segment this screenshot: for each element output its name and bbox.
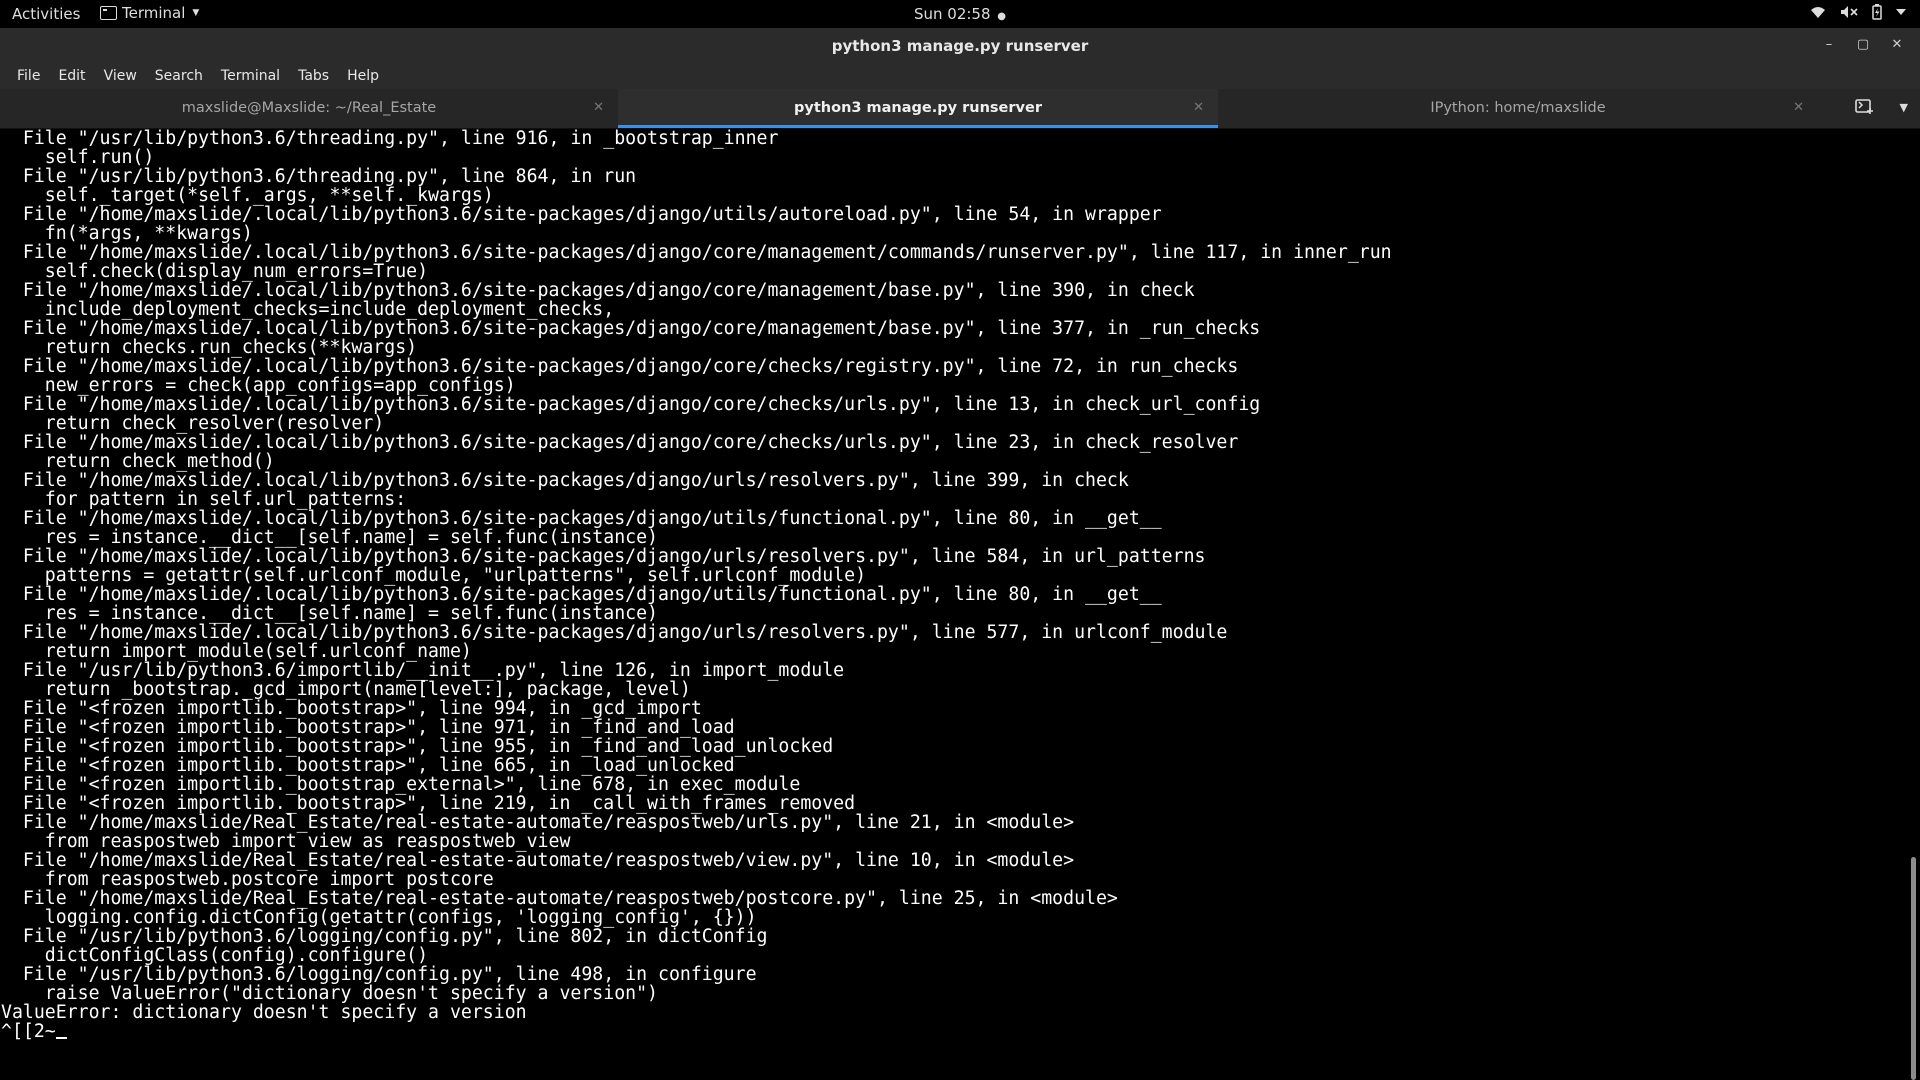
terminal-line: self.run() [1, 147, 155, 168]
terminal-line: File "/home/maxslide/.local/lib/python3.… [1, 584, 1162, 605]
tab-real-estate[interactable]: maxslide@Maxslide: ~/Real_Estate ✕ [0, 89, 618, 128]
terminal-line: File "/home/maxslide/.local/lib/python3.… [1, 318, 1261, 339]
terminal-line: File "<frozen importlib._bootstrap>", li… [1, 793, 856, 814]
maximize-button[interactable]: ▢ [1846, 34, 1880, 56]
tab-label: IPython: home/maxslide [1430, 100, 1606, 116]
terminal-line: File "/usr/lib/python3.6/logging/config.… [1, 926, 768, 947]
terminal-line: File "<frozen importlib._bootstrap>", li… [1, 717, 735, 738]
activities-button[interactable]: Activities [12, 5, 80, 23]
clock-button[interactable]: Sun 02:58 ● [914, 5, 1006, 23]
terminal-line: File "/home/maxslide/.local/lib/python3.… [1, 546, 1206, 567]
prompt-input: ^[[2~ [1, 1021, 56, 1042]
menu-bar: File Edit View Search Terminal Tabs Help [0, 63, 1920, 89]
terminal-line: self._target(*self._args, **self._kwargs… [1, 185, 494, 206]
active-tab-indicator [618, 125, 1218, 128]
terminal-line: File "/home/maxslide/.local/lib/python3.… [1, 204, 1162, 225]
minimize-button[interactable]: – [1812, 34, 1846, 56]
close-tab-icon[interactable]: ✕ [1793, 89, 1804, 127]
terminal-line: File "/home/maxslide/.local/lib/python3.… [1, 508, 1162, 529]
menu-help[interactable]: Help [338, 68, 388, 84]
caret-down-icon: ▼ [192, 8, 200, 18]
terminal-line: from reaspostweb import view as reaspost… [1, 831, 571, 852]
terminal-line: patterns = getattr(self.urlconf_module, … [1, 565, 867, 586]
terminal-line: File "/usr/lib/python3.6/threading.py", … [1, 166, 637, 187]
terminal-line: File "/home/maxslide/Real_Estate/real-es… [1, 812, 1075, 833]
terminal-line: return check_resolver(resolver) [1, 413, 385, 434]
tab-label: python3 manage.py runserver [794, 100, 1042, 116]
terminal-line: File "/usr/lib/python3.6/logging/config.… [1, 964, 757, 985]
terminal-prompt[interactable]: ^[[2~ [0, 1022, 1906, 1041]
menu-terminal[interactable]: Terminal [212, 68, 289, 84]
terminal-text: File "/usr/lib/python3.6/threading.py", … [0, 129, 1906, 1022]
menu-edit[interactable]: Edit [49, 68, 94, 84]
tab-list-dropdown-icon[interactable]: ▼ [1900, 101, 1908, 114]
terminal-line: include_deployment_checks=include_deploy… [1, 299, 615, 320]
system-tray[interactable] [1810, 4, 1906, 20]
tab-runserver[interactable]: python3 manage.py runserver ✕ [618, 89, 1218, 128]
terminal-line: File "/home/maxslide/Real_Estate/real-es… [1, 850, 1075, 871]
terminal-line: fn(*args, **kwargs) [1, 223, 253, 244]
terminal-line: self.check(display_num_errors=True) [1, 261, 429, 282]
terminal-line: return check_method() [1, 451, 275, 472]
wifi-icon [1811, 7, 1825, 18]
close-button[interactable]: ✕ [1880, 34, 1914, 56]
app-menu-label: Terminal [122, 4, 186, 22]
scrollbar-thumb[interactable] [1911, 857, 1916, 1080]
menu-file[interactable]: File [8, 68, 49, 84]
battery-icon [1872, 4, 1882, 20]
terminal-line: ValueError: dictionary doesn't specify a… [1, 1002, 527, 1023]
terminal-line: return import_module(self.urlconf_name) [1, 641, 472, 662]
tab-bar: maxslide@Maxslide: ~/Real_Estate ✕ pytho… [0, 89, 1920, 129]
tab-ipython[interactable]: IPython: home/maxslide ✕ [1218, 89, 1818, 128]
terminal-line: raise ValueError("dictionary doesn't spe… [1, 983, 658, 1004]
terminal-scrollbar[interactable] [1906, 129, 1920, 1080]
menu-search[interactable]: Search [146, 68, 212, 84]
terminal-line: dictConfigClass(config).configure() [1, 945, 429, 966]
terminal-output[interactable]: File "/usr/lib/python3.6/threading.py", … [0, 129, 1906, 1080]
window-title: python3 manage.py runserver [831, 37, 1089, 55]
terminal-line: File "<frozen importlib._bootstrap>", li… [1, 736, 834, 757]
terminal-line: for pattern in self.url_patterns: [1, 489, 407, 510]
clock: Sun 02:58 ● [0, 5, 1920, 23]
terminal-line: File "<frozen importlib._bootstrap>", li… [1, 755, 735, 776]
menu-view[interactable]: View [95, 68, 146, 84]
terminal-icon [100, 6, 117, 20]
terminal-line: res = instance.__dict__[self.name] = sel… [1, 603, 658, 624]
terminal-line: File "/home/maxslide/.local/lib/python3.… [1, 280, 1195, 301]
terminal-line: File "/home/maxslide/Real_Estate/real-es… [1, 888, 1118, 909]
close-tab-icon[interactable]: ✕ [1193, 89, 1204, 127]
window-controls: – ▢ ✕ [1812, 34, 1914, 56]
tab-label: maxslide@Maxslide: ~/Real_Estate [181, 100, 437, 116]
terminal-line: File "<frozen importlib._bootstrap_exter… [1, 774, 801, 795]
terminal-line: File "/home/maxslide/.local/lib/python3.… [1, 622, 1228, 643]
app-menu-button[interactable]: Terminal ▼ [100, 4, 199, 22]
terminal-line: new_errors = check(app_configs=app_confi… [1, 375, 516, 396]
terminal-line: File "/usr/lib/python3.6/threading.py", … [1, 129, 779, 149]
terminal-line: File "/home/maxslide/.local/lib/python3.… [1, 242, 1392, 263]
terminal-line: res = instance.__dict__[self.name] = sel… [1, 527, 658, 548]
text-cursor [55, 1037, 67, 1039]
terminal-line: File "<frozen importlib._bootstrap>", li… [1, 698, 702, 719]
volume-muted-icon [1841, 6, 1858, 18]
gnome-top-bar: Activities Terminal ▼ Sun 02:58 ● [0, 0, 1920, 28]
new-tab-icon[interactable] [1854, 98, 1874, 118]
terminal-line: from reaspostweb.postcore import postcor… [1, 869, 494, 890]
terminal-line: logging.config.dictConfig(getattr(config… [1, 907, 757, 928]
terminal-line: File "/home/maxslide/.local/lib/python3.… [1, 394, 1261, 415]
window-title-bar[interactable]: python3 manage.py runserver – ▢ ✕ [0, 28, 1920, 63]
power-menu-icon [1896, 9, 1906, 15]
terminal-line: return checks.run_checks(**kwargs) [1, 337, 418, 358]
terminal-line: File "/usr/lib/python3.6/importlib/__ini… [1, 660, 845, 681]
close-tab-icon[interactable]: ✕ [593, 89, 604, 127]
terminal-line: File "/home/maxslide/.local/lib/python3.… [1, 432, 1239, 453]
clock-label: Sun 02:58 [913, 5, 991, 23]
terminal-line: File "/home/maxslide/.local/lib/python3.… [1, 356, 1239, 377]
terminal-line: File "/home/maxslide/.local/lib/python3.… [1, 470, 1129, 491]
menu-tabs[interactable]: Tabs [289, 68, 338, 84]
notification-dot-icon: ● [997, 11, 1007, 22]
terminal-line: return _bootstrap._gcd_import(name[level… [1, 679, 691, 700]
